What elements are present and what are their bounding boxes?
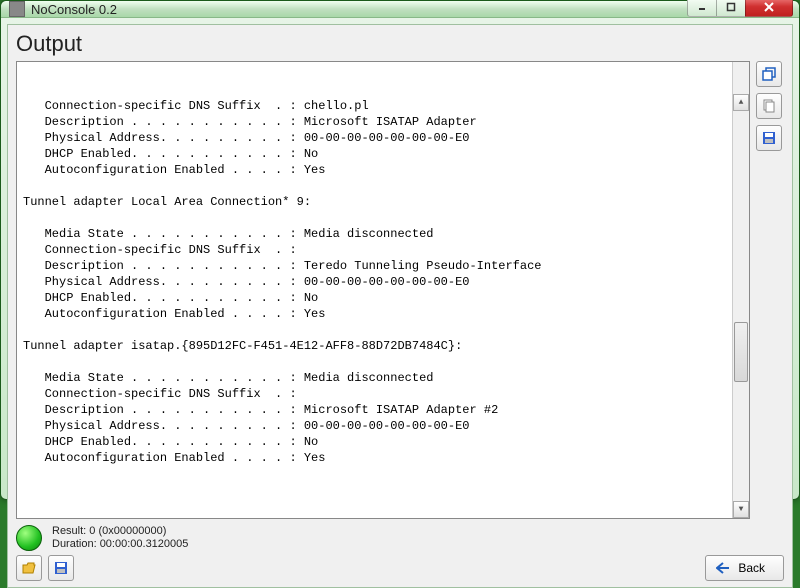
result-text: Result: 0 (0x00000000) <box>52 525 188 538</box>
page-title: Output <box>16 31 784 57</box>
scroll-thumb[interactable] <box>734 322 748 382</box>
duration-text: Duration: 00:00:00.3120005 <box>52 538 188 551</box>
minimize-button[interactable] <box>687 0 717 17</box>
back-button[interactable]: Back <box>705 555 784 581</box>
titlebar[interactable]: NoConsole 0.2 <box>1 1 799 18</box>
save-output-button[interactable] <box>756 125 782 151</box>
restore-window-button[interactable] <box>756 61 782 87</box>
app-icon <box>9 1 25 17</box>
back-arrow-icon <box>716 562 730 574</box>
copy-icon <box>761 98 777 114</box>
save-button[interactable] <box>48 555 74 581</box>
side-toolbar <box>756 61 784 519</box>
app-window: NoConsole 0.2 Output Connection-specific… <box>0 0 800 500</box>
back-label: Back <box>738 561 765 575</box>
client-area: Output Connection-specific DNS Suffix . … <box>7 24 793 588</box>
open-button[interactable] <box>16 555 42 581</box>
main-row: Connection-specific DNS Suffix . : chell… <box>16 61 784 519</box>
bottom-toolbar: Back <box>16 553 784 581</box>
restore-icon <box>761 66 777 82</box>
console-text: Connection-specific DNS Suffix . : chell… <box>23 98 743 466</box>
window-controls <box>688 0 799 17</box>
close-button[interactable] <box>745 0 793 17</box>
scroll-down-arrow-icon[interactable]: ▼ <box>733 501 749 518</box>
status-indicator-icon <box>16 525 42 551</box>
copy-button[interactable] <box>756 93 782 119</box>
maximize-button[interactable] <box>716 0 746 17</box>
status-text: Result: 0 (0x00000000) Duration: 00:00:0… <box>52 525 188 551</box>
scroll-up-arrow-icon[interactable]: ▲ <box>733 94 749 111</box>
folder-open-icon <box>21 560 37 576</box>
floppy-icon <box>53 560 69 576</box>
status-row: Result: 0 (0x00000000) Duration: 00:00:0… <box>16 519 784 553</box>
window-title: NoConsole 0.2 <box>31 2 688 17</box>
console-output[interactable]: Connection-specific DNS Suffix . : chell… <box>16 61 750 519</box>
scrollbar[interactable]: ▲ ▼ <box>732 62 749 518</box>
floppy-icon <box>761 130 777 146</box>
